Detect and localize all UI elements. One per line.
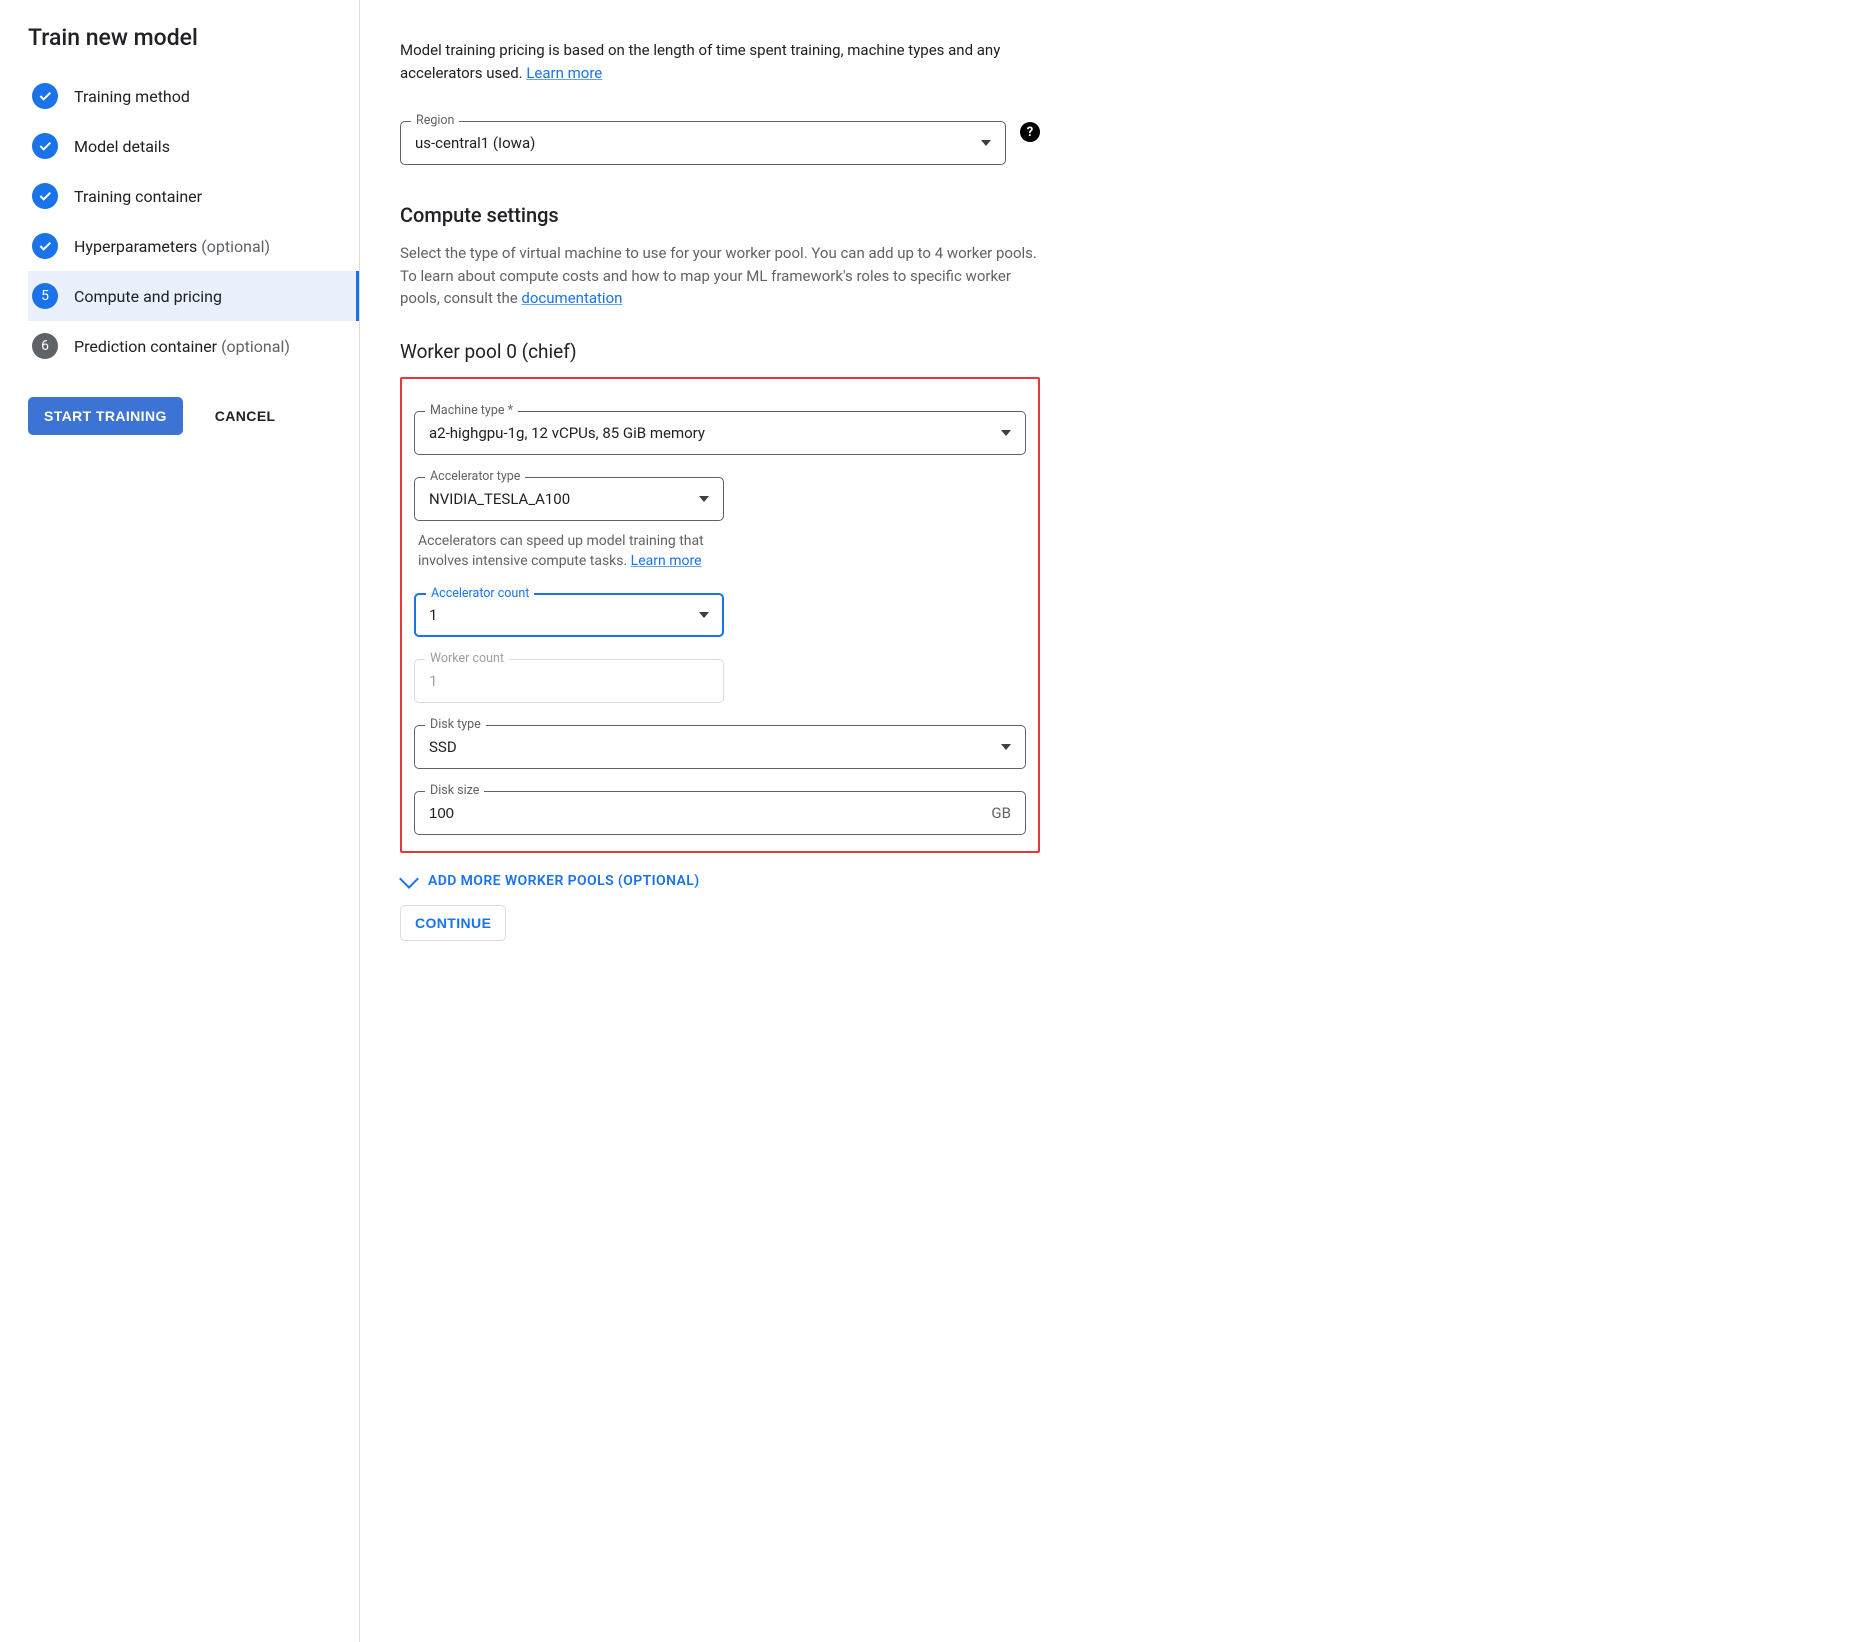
step-model-details[interactable]: Model details [28, 121, 359, 171]
step-number-icon: 5 [32, 283, 58, 309]
region-select[interactable]: Region us-central1 (Iowa) [400, 121, 1006, 165]
documentation-link[interactable]: documentation [521, 289, 622, 307]
step-training-container[interactable]: Training container [28, 171, 359, 221]
accelerator-count-select[interactable]: Accelerator count 1 [414, 593, 724, 637]
field-label: Accelerator type [425, 469, 525, 484]
machine-type-value: a2-highgpu-1g, 12 vCPUs, 85 GiB memory [429, 424, 993, 442]
step-label: Hyperparameters (optional) [74, 237, 270, 256]
continue-button[interactable]: CONTINUE [400, 905, 506, 941]
learn-more-link[interactable]: Learn more [526, 64, 602, 82]
chevron-down-icon [399, 869, 419, 889]
worker-count-input: Worker count 1 [414, 659, 724, 703]
chevron-down-icon [699, 612, 709, 618]
add-worker-pools-toggle[interactable]: ADD MORE WORKER POOLS (OPTIONAL) [402, 873, 1040, 889]
chevron-down-icon [981, 140, 991, 146]
field-label: Disk size [425, 783, 484, 798]
step-compute-pricing[interactable]: 5 Compute and pricing [28, 271, 359, 321]
worker-pool-heading: Worker pool 0 (chief) [400, 340, 1040, 363]
field-label: Region [411, 113, 459, 128]
main-panel: Model training pricing is based on the l… [360, 0, 1080, 1642]
cancel-button[interactable]: CANCEL [211, 400, 280, 432]
accelerator-type-select[interactable]: Accelerator type NVIDIA_TESLA_A100 [414, 477, 724, 521]
check-icon [32, 233, 58, 259]
accelerator-hint: Accelerators can speed up model training… [418, 531, 708, 572]
accelerator-type-value: NVIDIA_TESLA_A100 [429, 490, 691, 508]
step-label: Prediction container (optional) [74, 337, 290, 356]
step-label: Model details [74, 137, 170, 156]
disk-type-value: SSD [429, 738, 993, 756]
disk-type-select[interactable]: Disk type SSD [414, 725, 1026, 769]
step-label: Training method [74, 87, 190, 106]
step-hyperparameters[interactable]: Hyperparameters (optional) [28, 221, 359, 271]
chevron-down-icon [1001, 744, 1011, 750]
field-label: Accelerator count [426, 586, 534, 601]
disk-size-input[interactable]: Disk size GB [414, 791, 1026, 835]
disk-size-value[interactable] [429, 805, 983, 822]
check-icon [32, 133, 58, 159]
step-training-method[interactable]: Training method [28, 71, 359, 121]
worker-count-value: 1 [429, 672, 709, 690]
start-training-button[interactable]: START TRAINING [28, 397, 183, 435]
check-icon [32, 83, 58, 109]
wizard-sidebar: Train new model Training method Model de… [0, 0, 360, 1642]
field-label: Disk type [425, 717, 486, 732]
help-icon[interactable]: ? [1020, 122, 1040, 142]
add-worker-pools-label: ADD MORE WORKER POOLS (OPTIONAL) [428, 873, 700, 889]
machine-type-select[interactable]: Machine type * a2-highgpu-1g, 12 vCPUs, … [414, 411, 1026, 455]
pricing-intro: Model training pricing is based on the l… [400, 39, 1040, 84]
compute-settings-desc: Select the type of virtual machine to us… [400, 242, 1040, 310]
accelerator-count-value: 1 [429, 606, 691, 624]
check-icon [32, 183, 58, 209]
step-prediction-container[interactable]: 6 Prediction container (optional) [28, 321, 359, 371]
step-label: Training container [74, 187, 202, 206]
highlight-box: Machine type * a2-highgpu-1g, 12 vCPUs, … [400, 377, 1040, 854]
learn-more-link[interactable]: Learn more [631, 553, 702, 569]
field-label: Machine type * [425, 403, 518, 418]
step-label: Compute and pricing [74, 287, 222, 306]
step-number-icon: 6 [32, 333, 58, 359]
disk-size-suffix: GB [991, 804, 1011, 822]
region-value: us-central1 (Iowa) [415, 134, 973, 152]
chevron-down-icon [1001, 430, 1011, 436]
field-label: Worker count [425, 651, 509, 666]
chevron-down-icon [699, 496, 709, 502]
compute-settings-heading: Compute settings [400, 203, 1040, 227]
page-title: Train new model [28, 24, 359, 51]
